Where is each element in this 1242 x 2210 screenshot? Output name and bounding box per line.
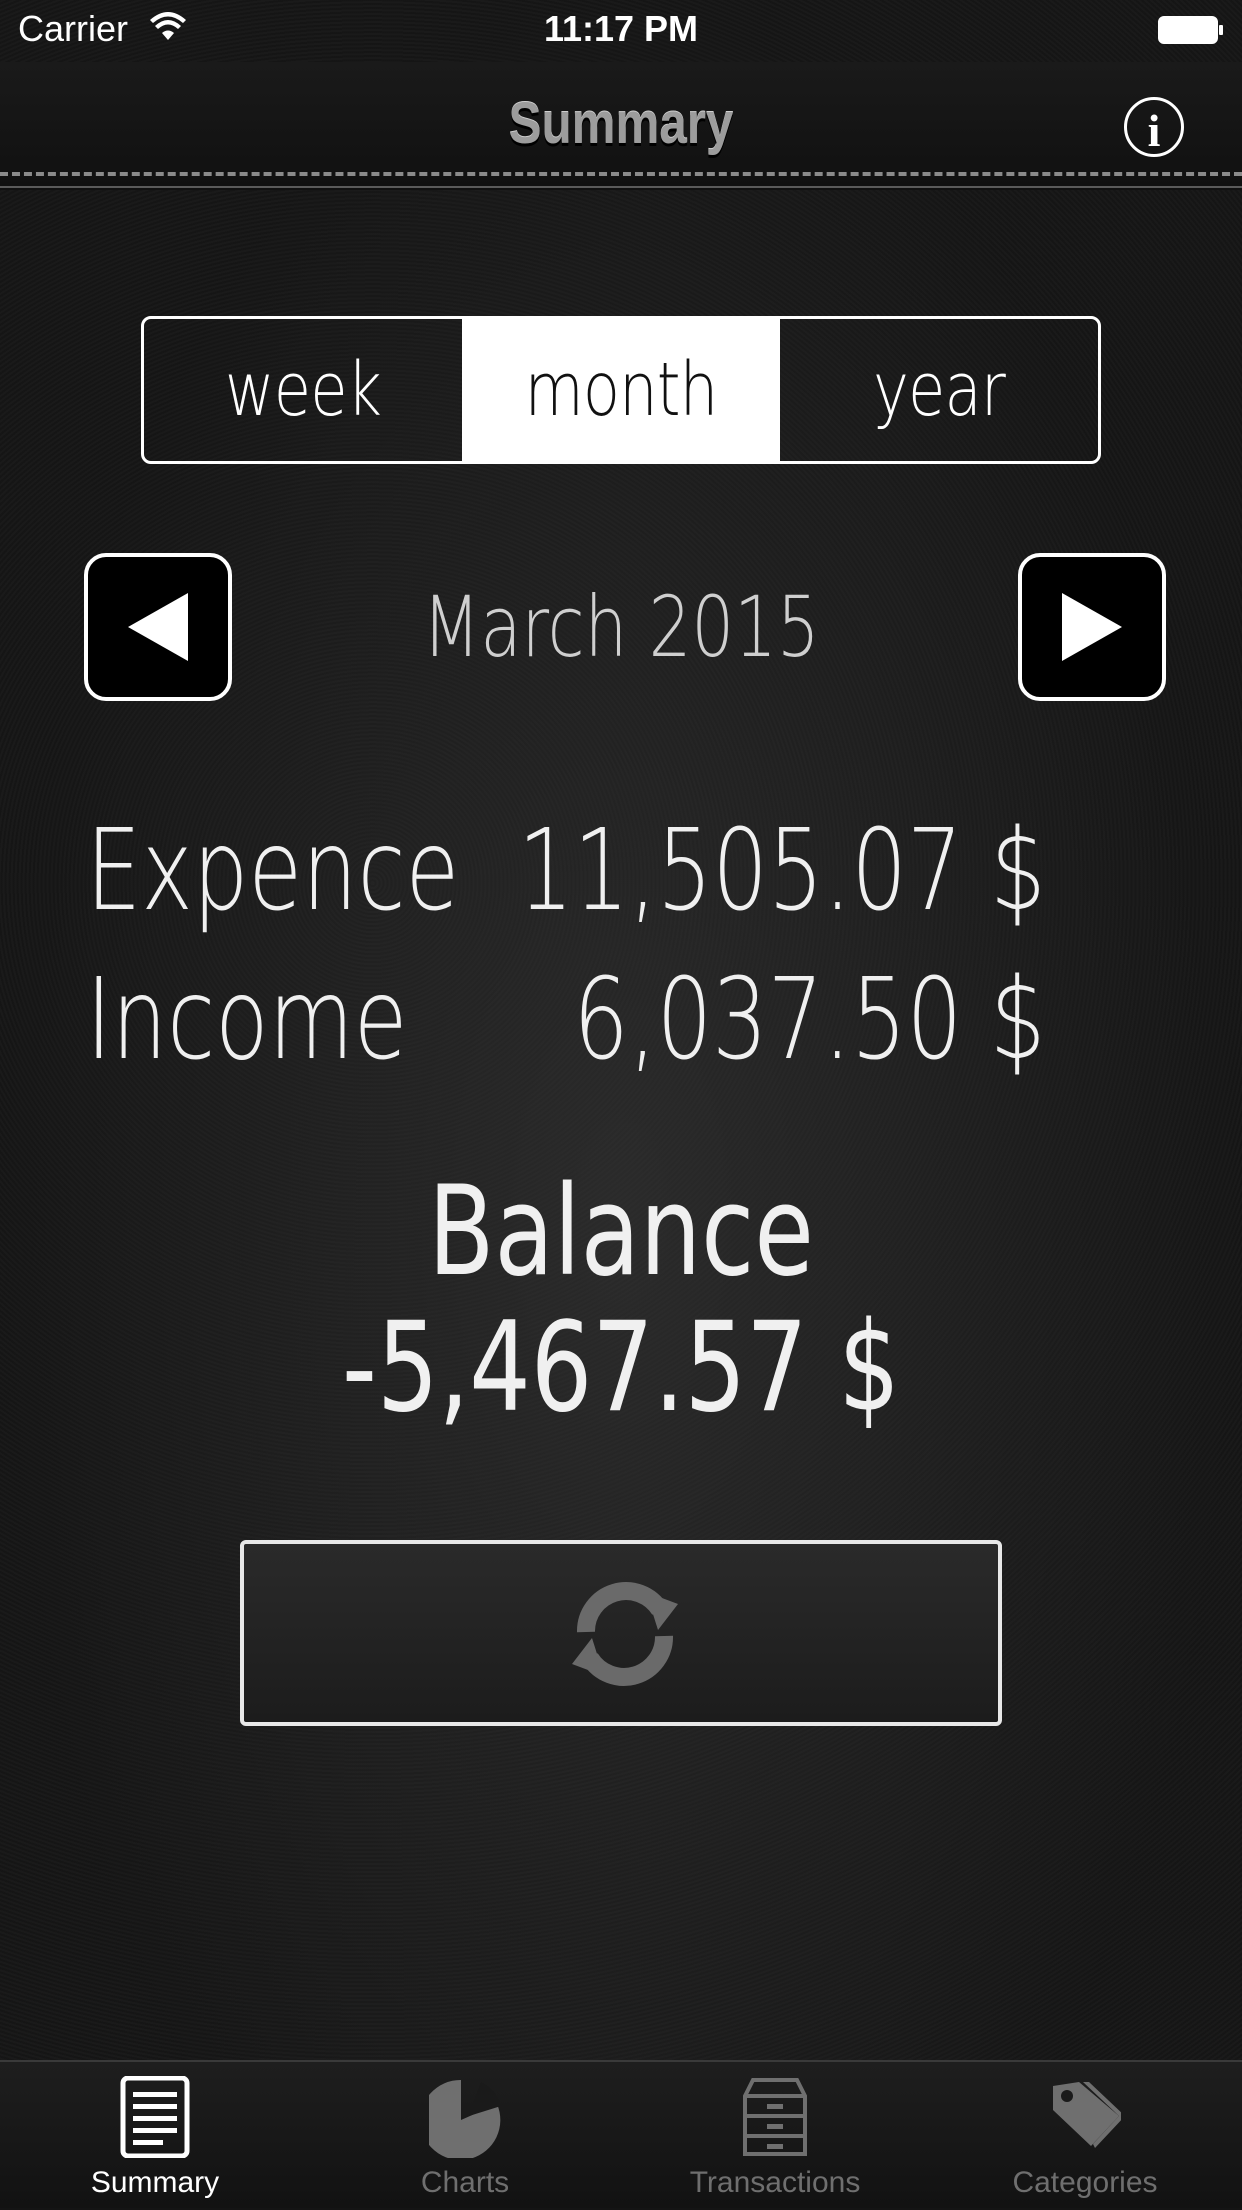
segment-month-label: month xyxy=(524,347,719,433)
next-period-button[interactable] xyxy=(1018,553,1166,701)
triangle-right-icon xyxy=(1062,593,1122,661)
period-label: March 2015 xyxy=(422,578,820,676)
info-button[interactable]: i xyxy=(1124,97,1184,157)
tab-charts[interactable]: Charts xyxy=(310,2062,620,2210)
segment-year[interactable]: year xyxy=(780,319,1098,461)
expence-label: Expence xyxy=(86,806,460,936)
tab-charts-label: Charts xyxy=(420,2166,510,2199)
navigation-bar: Summary i xyxy=(0,62,1242,190)
refresh-button[interactable] xyxy=(240,1540,1002,1726)
refresh-icon xyxy=(572,1582,678,1686)
tab-categories[interactable]: Categories xyxy=(930,2062,1240,2210)
tab-summary-label: Summary xyxy=(90,2166,220,2199)
balance-value: -5,467.57 $ xyxy=(342,1296,900,1440)
income-label: Income xyxy=(86,955,408,1085)
expence-value: 11,505.07 $ xyxy=(518,806,1046,936)
nav-bottom-line xyxy=(0,186,1242,188)
segment-week[interactable]: week xyxy=(144,319,462,461)
battery-icon xyxy=(1158,16,1223,44)
tab-summary[interactable]: Summary xyxy=(0,2062,310,2210)
segment-year-label: year xyxy=(872,347,1006,433)
tab-transactions[interactable]: Transactions xyxy=(620,2062,930,2210)
stitch-divider xyxy=(0,172,1242,176)
pie-chart-icon xyxy=(429,2079,501,2158)
tab-bar: Summary Charts Transactions Categories xyxy=(0,2060,1242,2208)
cabinet-icon xyxy=(743,2078,807,2156)
status-bar: Carrier 11:17 PM xyxy=(0,0,1242,62)
segment-month[interactable]: month xyxy=(462,319,780,461)
balance-label: Balance xyxy=(428,1160,814,1304)
income-value: 6,037.50 $ xyxy=(573,955,1046,1085)
summary-list-icon xyxy=(120,2076,190,2158)
tab-categories-label: Categories xyxy=(1012,2166,1158,2199)
status-time: 11:17 PM xyxy=(543,8,699,49)
tags-icon xyxy=(1053,2082,1121,2148)
tab-transactions-label: Transactions xyxy=(689,2166,861,2199)
period-segmented-control: week month year xyxy=(141,316,1101,464)
page-title: Summary xyxy=(508,91,734,156)
segment-week-label: week xyxy=(224,347,382,433)
